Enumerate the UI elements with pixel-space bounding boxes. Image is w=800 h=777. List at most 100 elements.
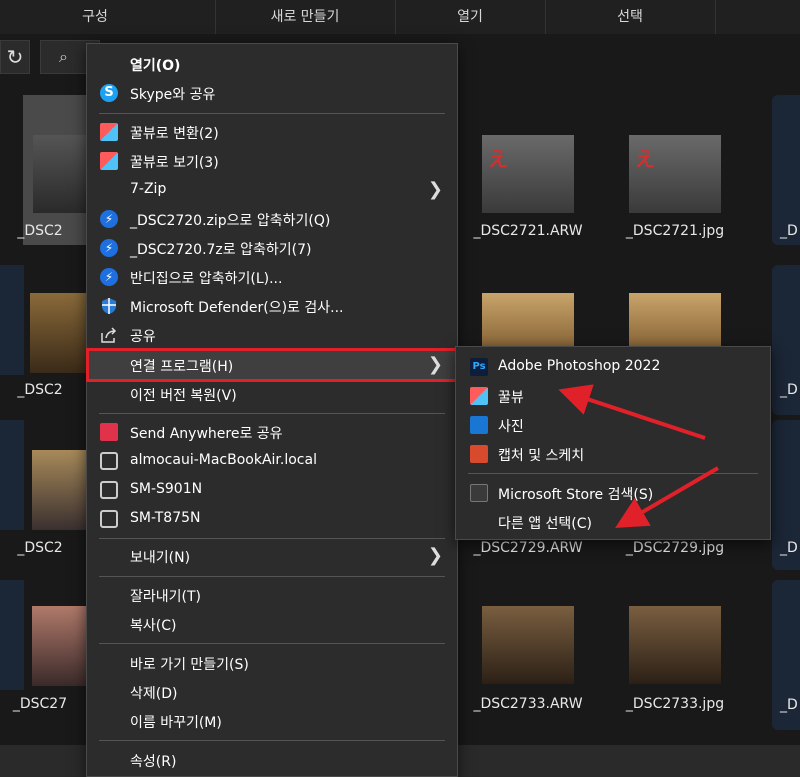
- menu-item-skype-share[interactable]: S Skype와 공유: [87, 79, 457, 107]
- menu-item-bandizip[interactable]: ⚡ 반디집으로 압축하기(L)...: [87, 263, 457, 291]
- ribbon-group-select[interactable]: 선택: [545, 0, 715, 34]
- ribbon: 구성 새로 만들기 열기 선택: [0, 0, 800, 34]
- menu-divider: [99, 740, 445, 741]
- menu-item-device-t875n[interactable]: SM-T875N: [87, 505, 457, 533]
- menu-divider: [99, 413, 445, 414]
- bandizip-icon: ⚡: [100, 268, 118, 286]
- honeyview-icon: [470, 387, 488, 405]
- chevron-right-icon: ❯: [427, 179, 443, 200]
- send-anywhere-icon: [100, 423, 118, 441]
- left-edge-tile: [0, 580, 24, 690]
- menu-item-label: 공유: [130, 329, 156, 345]
- menu-item-create-shortcut[interactable]: 바로 가기 만들기(S): [87, 649, 457, 677]
- menu-item-label: Skype와 공유: [130, 87, 216, 103]
- skype-icon: S: [100, 84, 118, 102]
- file-thumbnail: え: [482, 135, 574, 213]
- menu-item-label: SM-T875N: [130, 510, 201, 526]
- submenu-item-store-search[interactable]: Microsoft Store 검색(S): [456, 479, 770, 507]
- refresh-icon: ↻: [6, 45, 24, 69]
- ribbon-group-new[interactable]: 새로 만들기: [215, 0, 395, 34]
- submenu-item-label: 캡처 및 스케치: [498, 448, 585, 464]
- menu-item-label: 꿀뷰로 보기(3): [130, 155, 219, 171]
- menu-item-delete[interactable]: 삭제(D): [87, 678, 457, 706]
- share-icon: [100, 326, 118, 344]
- menu-item-label: 꿀뷰로 변환(2): [130, 126, 219, 142]
- nearby-device-icon: [100, 452, 118, 470]
- photoshop-icon: Ps: [470, 358, 488, 376]
- menu-divider: [99, 576, 445, 577]
- menu-item-label: Microsoft Defender(으)로 검사...: [130, 300, 344, 316]
- sign-graphic: え: [488, 147, 508, 171]
- file-name: _DSC2733.jpg: [625, 696, 725, 712]
- file-thumbnail: え: [629, 135, 721, 213]
- menu-item-label: almocaui-MacBookAir.local: [130, 452, 317, 468]
- file-name: _D: [780, 382, 798, 398]
- context-menu: 열기(O) S Skype와 공유 꿀뷰로 변환(2) 꿀뷰로 보기(3) 7-Z…: [86, 43, 458, 777]
- menu-item-zip[interactable]: ⚡ _DSC2720.zip으로 압축하기(Q): [87, 205, 457, 233]
- menu-item-honeyview-view[interactable]: 꿀뷰로 보기(3): [87, 147, 457, 175]
- submenu-item-label: 사진: [498, 419, 524, 435]
- store-icon: [470, 484, 488, 502]
- submenu-item-snip-sketch[interactable]: 캡처 및 스케치: [456, 440, 770, 468]
- submenu-item-photoshop[interactable]: Ps Adobe Photoshop 2022: [456, 353, 770, 381]
- file-name: _DSC2729.ARW: [473, 540, 583, 556]
- menu-item-open[interactable]: 열기(O): [87, 50, 457, 78]
- menu-item-7z[interactable]: ⚡ _DSC2720.7z로 압축하기(7): [87, 234, 457, 262]
- menu-item-rename[interactable]: 이름 바꾸기(M): [87, 707, 457, 735]
- submenu-item-photos[interactable]: 사진: [456, 411, 770, 439]
- menu-item-send-anywhere[interactable]: Send Anywhere로 공유: [87, 418, 457, 446]
- menu-item-defender-scan[interactable]: Microsoft Defender(으)로 검사...: [87, 292, 457, 320]
- menu-divider: [99, 113, 445, 114]
- submenu-item-choose-other[interactable]: 다른 앱 선택(C): [456, 508, 770, 536]
- defender-shield-icon: [100, 297, 118, 315]
- file-thumbnail: [33, 135, 93, 213]
- file-name: _D: [780, 697, 798, 713]
- menu-item-label: Send Anywhere로 공유: [130, 426, 283, 442]
- menu-item-open-with[interactable]: 연결 프로그램(H) ❯: [86, 348, 458, 382]
- menu-item-label: 이전 버전 복원(V): [130, 388, 237, 404]
- menu-item-label: _DSC2720.zip으로 압축하기(Q): [130, 213, 331, 229]
- menu-item-device-macbook[interactable]: almocaui-MacBookAir.local: [87, 447, 457, 475]
- menu-item-properties[interactable]: 속성(R): [87, 746, 457, 774]
- menu-item-send-to[interactable]: 보내기(N) ❯: [87, 542, 457, 570]
- bandizip-icon: ⚡: [100, 239, 118, 257]
- file-thumbnail: [32, 450, 92, 530]
- file-name: _DSC2721.ARW: [473, 223, 583, 239]
- menu-item-restore-previous[interactable]: 이전 버전 복원(V): [87, 380, 457, 408]
- menu-item-label: 속성(R): [130, 754, 177, 770]
- left-edge-tile: [0, 420, 24, 530]
- menu-item-label: 열기(O): [130, 58, 181, 74]
- ribbon-group-open[interactable]: 열기: [395, 0, 545, 34]
- refresh-button[interactable]: ↻: [0, 40, 30, 74]
- submenu-item-label: Adobe Photoshop 2022: [498, 358, 661, 374]
- ribbon-group-organize[interactable]: 구성: [0, 0, 190, 34]
- file-name: _DSC2721.jpg: [625, 223, 725, 239]
- open-with-submenu: Ps Adobe Photoshop 2022 꿀뷰 사진 캡처 및 스케치 Mi…: [455, 346, 771, 540]
- chevron-right-icon: ❯: [427, 354, 443, 375]
- left-edge-tile: [0, 265, 24, 375]
- menu-item-device-s901n[interactable]: SM-S901N: [87, 476, 457, 504]
- submenu-item-honeyview[interactable]: 꿀뷰: [456, 382, 770, 410]
- file-thumbnail: [629, 606, 721, 684]
- submenu-item-label: 다른 앱 선택(C): [498, 516, 592, 532]
- menu-item-cut[interactable]: 잘라내기(T): [87, 581, 457, 609]
- menu-item-label: 반디집으로 압축하기(L)...: [130, 271, 283, 287]
- nearby-device-icon: [100, 510, 118, 528]
- menu-item-honeyview-convert[interactable]: 꿀뷰로 변환(2): [87, 118, 457, 146]
- menu-divider: [99, 538, 445, 539]
- file-name: _DSC2729.jpg: [625, 540, 725, 556]
- photos-icon: [470, 416, 488, 434]
- submenu-item-label: Microsoft Store 검색(S): [498, 487, 654, 503]
- file-thumbnail: [482, 606, 574, 684]
- menu-item-7zip[interactable]: 7-Zip ❯: [87, 176, 457, 204]
- honeyview-icon: [100, 152, 118, 170]
- snip-sketch-icon: [470, 445, 488, 463]
- menu-item-label: 삭제(D): [130, 686, 178, 702]
- menu-item-label: _DSC2720.7z로 압축하기(7): [130, 242, 312, 258]
- file-thumbnail: [32, 606, 92, 686]
- menu-item-label: 복사(C): [130, 618, 177, 634]
- menu-item-label: 이름 바꾸기(M): [130, 715, 222, 731]
- menu-item-label: 보내기(N): [130, 550, 191, 566]
- menu-item-share[interactable]: 공유: [87, 321, 457, 349]
- menu-item-copy[interactable]: 복사(C): [87, 610, 457, 638]
